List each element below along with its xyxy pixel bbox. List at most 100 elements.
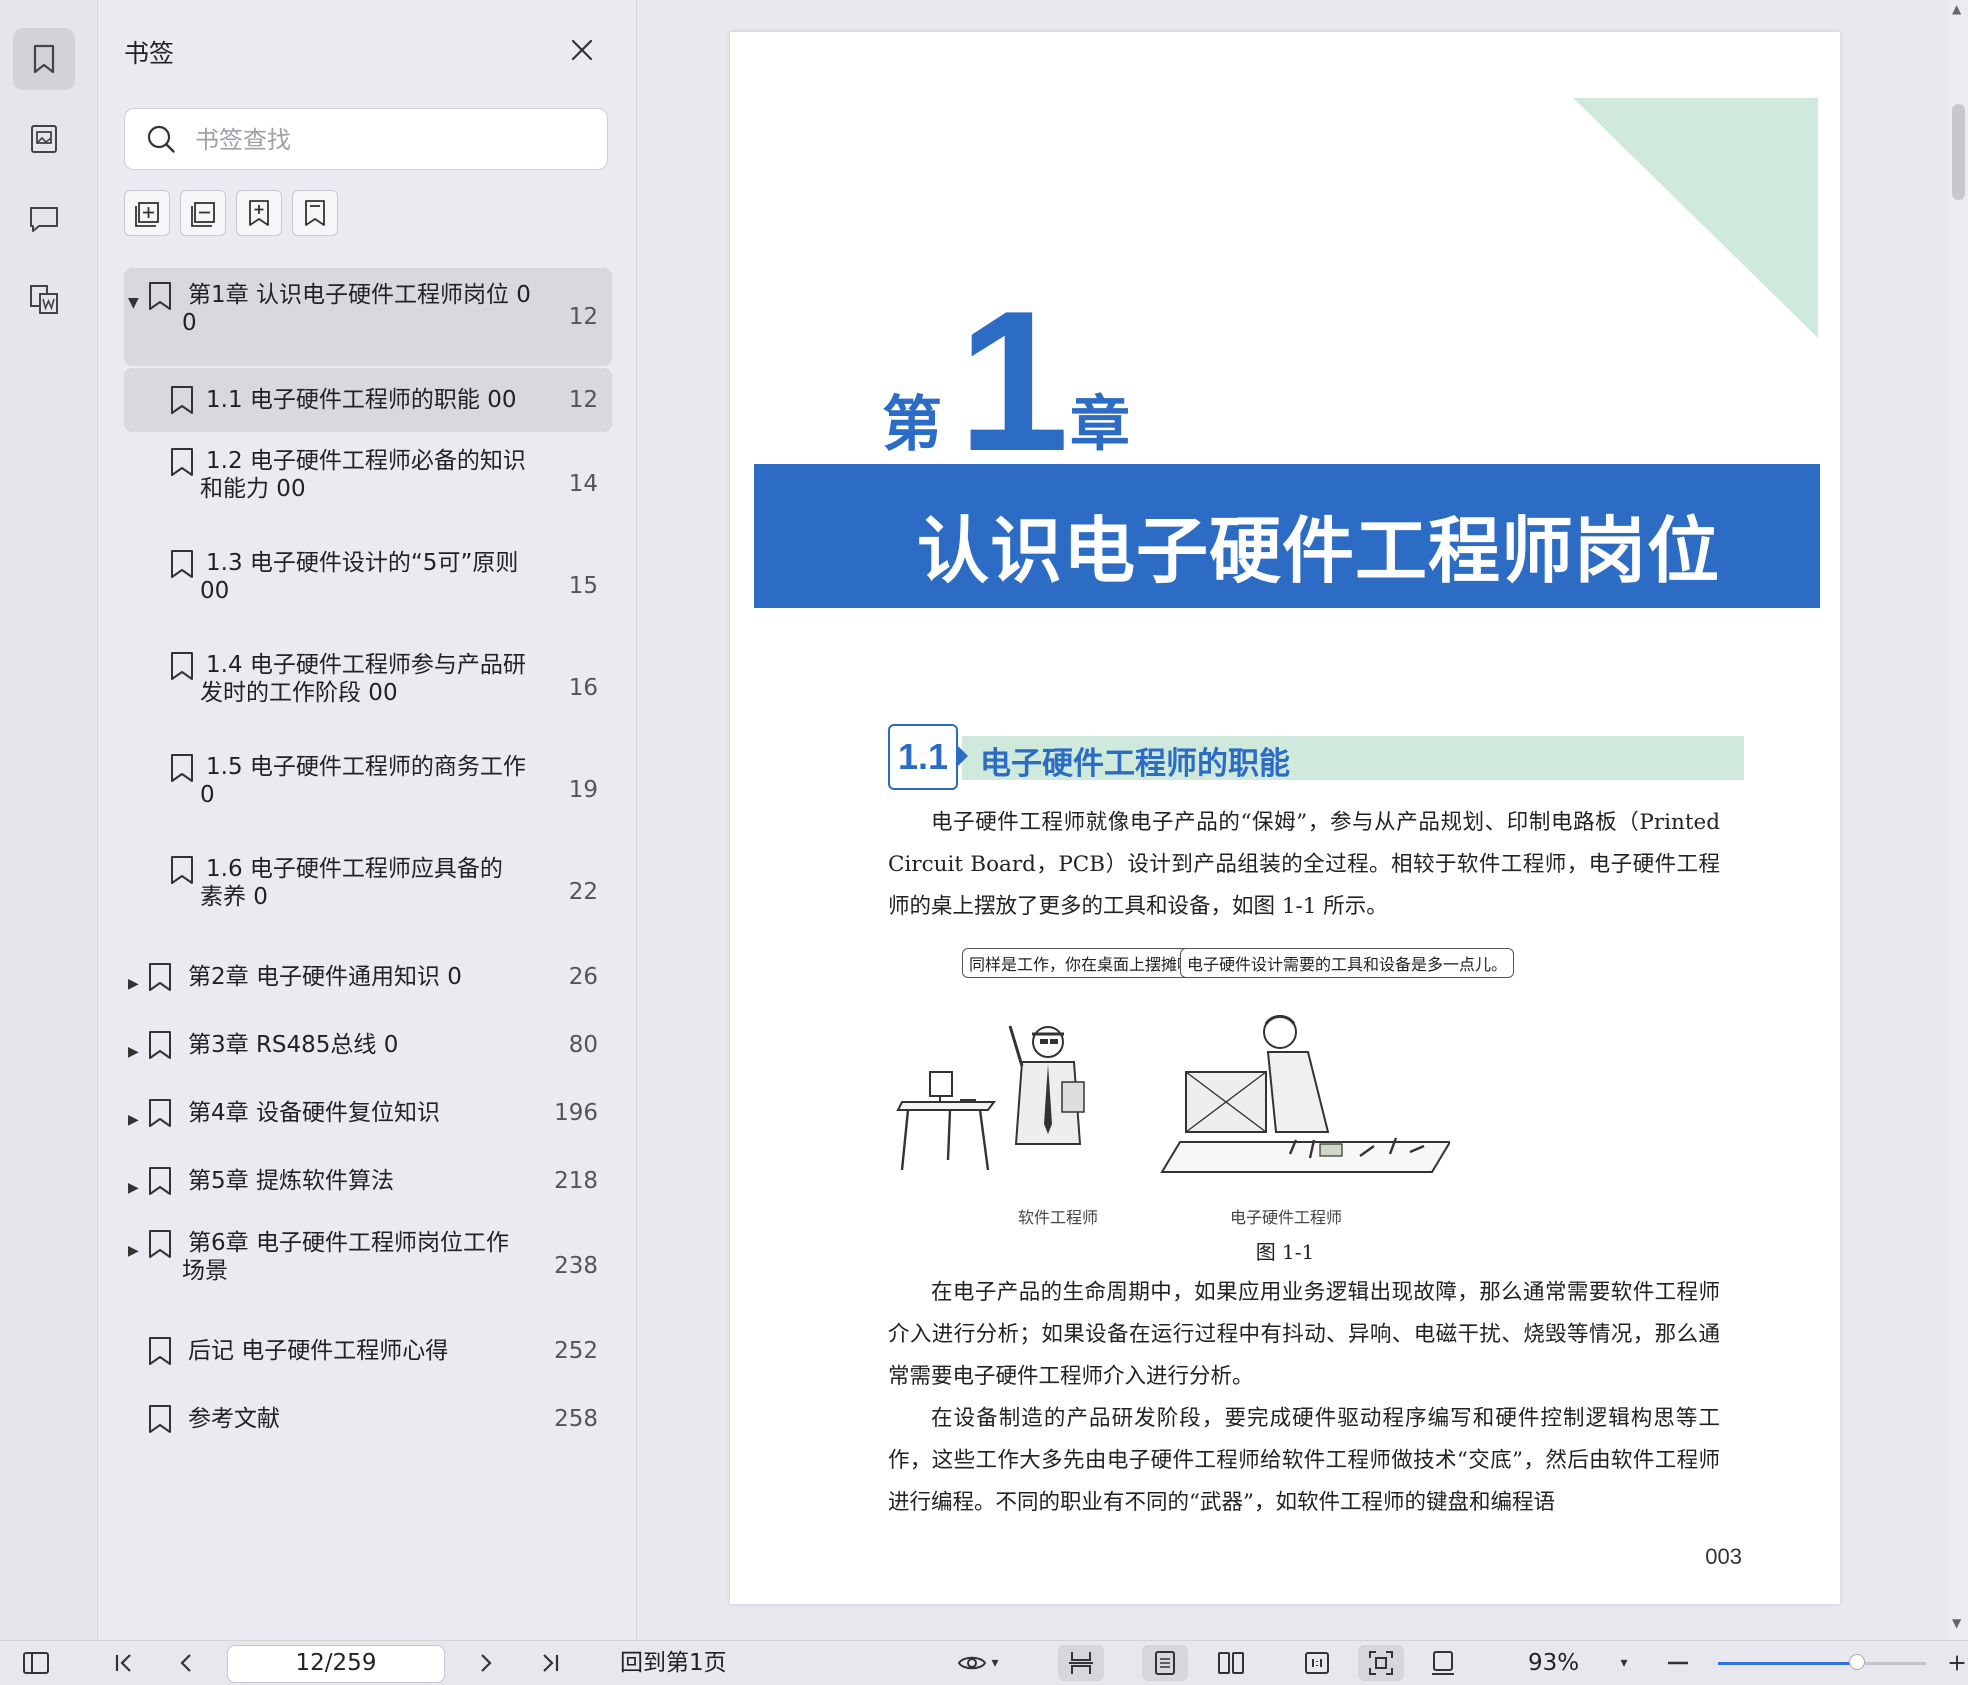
paragraph-3: 在设备制造的产品研发阶段，要完成硬件驱动程序编写和硬件控制逻辑构思等工作，这些工… <box>888 1406 1720 1515</box>
bookmark-page-number: 252 <box>554 1338 598 1364</box>
bookmark-search-box[interactable] <box>124 108 608 170</box>
scroll-down-arrow-icon[interactable]: ▼ <box>1952 1616 1961 1630</box>
bookmark-options-button[interactable] <box>292 190 338 236</box>
bookmark-item[interactable]: 1.1 电子硬件工程师的职能 00 12 <box>124 368 612 432</box>
actual-size-button[interactable] <box>1294 1645 1340 1681</box>
caret-right-icon[interactable]: ▶ <box>128 1171 139 1205</box>
zoom-dropdown-button[interactable]: ▾ <box>1612 1645 1636 1681</box>
chevron-left-icon <box>180 1654 191 1672</box>
caret-right-icon[interactable]: ▶ <box>128 1103 139 1137</box>
bookmark-item[interactable]: 1.4 电子硬件工程师参与产品研 发时的工作阶段 00 16 <box>124 638 612 738</box>
bookmark-page-number: 12 <box>568 387 598 413</box>
zoom-out-button[interactable] <box>1662 1645 1694 1681</box>
bookmark-item[interactable]: 1.2 电子硬件工程师必备的知识 和能力 00 14 <box>124 434 612 534</box>
collapse-all-button[interactable] <box>180 190 226 236</box>
bookmark-item[interactable]: 1.3 电子硬件设计的“5可”原则 00 15 <box>124 536 612 636</box>
fit-page-button[interactable] <box>1358 1645 1404 1681</box>
fit-width-button[interactable] <box>1058 1645 1104 1681</box>
previous-page-button[interactable] <box>168 1645 204 1681</box>
caret-right-icon[interactable]: ▶ <box>128 967 139 1001</box>
bookmark-title: 1.1 电子硬件工程师的职能 00 <box>206 387 517 413</box>
expand-all-icon <box>135 202 159 227</box>
go-to-first-page-link[interactable]: 回到第1页 <box>620 1645 727 1681</box>
bookmark-item[interactable]: 参考文献 258 <box>124 1386 612 1452</box>
bookmark-icon <box>171 550 193 578</box>
bookmark-page-number: 218 <box>554 1168 598 1194</box>
next-page-button[interactable] <box>468 1645 504 1681</box>
paragraph-1: 电子硬件工程师就像电子产品的“保姆”，参与从产品规划、印制电路板（Printed… <box>888 810 1720 919</box>
bookmark-item[interactable]: 后记 电子硬件工程师心得 252 <box>124 1318 612 1384</box>
bookmark-icon <box>149 1031 171 1059</box>
bookmark-title: 第5章 提炼软件算法 <box>188 1168 394 1194</box>
bookmark-icon <box>171 386 193 414</box>
bookmark-title: 1.5 电子硬件工程师的商务工作 <box>206 754 526 780</box>
bookmark-item[interactable]: ▶ 第4章 设备硬件复位知识 196 <box>124 1080 612 1146</box>
add-bookmark-button[interactable] <box>236 190 282 236</box>
page-number-input[interactable]: 12/259 <box>227 1645 445 1683</box>
bookmark-page-number: 238 <box>554 1253 598 1279</box>
fit-page-icon <box>1369 1651 1393 1675</box>
chevron-down-icon: ▾ <box>1620 1655 1628 1671</box>
bookmark-page-number: 22 <box>568 879 598 905</box>
rotate-page-button[interactable] <box>1420 1645 1466 1681</box>
vertical-scrollbar[interactable]: ▲ ▼ <box>1949 0 1968 1640</box>
chapter-banner: 认识电子硬件工程师岗位 <box>754 464 1820 608</box>
expand-all-button[interactable] <box>124 190 170 236</box>
caret-down-icon[interactable]: ▼ <box>128 286 139 320</box>
close-icon[interactable] <box>568 36 596 64</box>
bookmark-title: 第2章 电子硬件通用知识 0 <box>188 964 462 990</box>
caret-right-icon[interactable]: ▶ <box>128 1234 139 1268</box>
bookmark-title-continued: 和能力 00 <box>200 476 306 502</box>
actual-size-icon <box>1305 1652 1329 1674</box>
bookmark-item[interactable]: 1.5 电子硬件工程师的商务工作 0 19 <box>124 740 612 840</box>
bookmark-title: 第3章 RS485总线 0 <box>188 1032 399 1058</box>
zoom-slider[interactable] <box>1718 1654 1926 1670</box>
add-bookmark-icon <box>249 200 269 226</box>
first-page-button[interactable] <box>106 1645 142 1681</box>
bookmark-icon <box>149 1230 171 1258</box>
bookmark-item[interactable]: ▶ 第3章 RS485总线 0 80 <box>124 1012 612 1078</box>
thumbnail-icon <box>31 125 57 153</box>
chapter-prefix: 第 <box>882 390 942 460</box>
bookmark-page-number: 196 <box>554 1100 598 1126</box>
bookmark-icon <box>149 1167 171 1195</box>
toggle-sidebar-button[interactable] <box>18 1645 54 1681</box>
caret-right-icon[interactable]: ▶ <box>128 1035 139 1069</box>
thumbnail-panel-button[interactable] <box>13 108 75 170</box>
page-number: 003 <box>1705 1544 1742 1569</box>
bookmark-panel-button[interactable] <box>13 28 75 90</box>
bookmark-item[interactable]: 1.6 电子硬件工程师应具备的 素养 0 22 <box>124 842 612 942</box>
zoom-in-button[interactable] <box>1946 1645 1968 1681</box>
chapter-number: 1 <box>958 270 1070 493</box>
single-page-button[interactable] <box>1142 1645 1188 1681</box>
bookmark-page-number: 26 <box>568 964 598 990</box>
zoom-slider-knob[interactable] <box>1849 1654 1866 1670</box>
scroll-up-arrow-icon[interactable]: ▲ <box>1952 2 1961 16</box>
bookmark-item[interactable]: ▶ 第5章 提炼软件算法 218 <box>124 1148 612 1214</box>
scrollbar-thumb[interactable] <box>1952 104 1965 200</box>
bookmark-item[interactable]: ▼ 第1章 认识电子硬件工程师岗位 0 0 12 <box>124 268 612 366</box>
bookmark-icon <box>149 963 171 991</box>
speech-bubble-right: 电子硬件设计需要的工具和设备是多一点儿。 <box>1180 948 1515 978</box>
fit-width-icon <box>1069 1652 1093 1674</box>
document-view[interactable]: 第 1 章 认识电子硬件工程师岗位 1.1 电子硬件工程师的职能 电子硬件工程师… <box>637 0 1949 1640</box>
view-mode-dropdown[interactable]: ▾ <box>948 1645 1008 1681</box>
zoom-level[interactable]: 93% <box>1528 1645 1579 1681</box>
word-convert-icon <box>30 285 58 314</box>
convert-to-word-button[interactable] <box>13 268 75 330</box>
last-page-button[interactable] <box>532 1645 568 1681</box>
bookmark-title: 1.3 电子硬件设计的“5可”原则 <box>206 550 519 576</box>
section-number: 1.1 <box>888 724 968 790</box>
bookmark-title-continued: 0 <box>182 310 197 336</box>
bookmark-item[interactable]: ▶ 第2章 电子硬件通用知识 0 26 <box>124 944 612 1010</box>
comment-panel-button[interactable] <box>13 188 75 250</box>
two-page-button[interactable] <box>1208 1645 1254 1681</box>
bookmark-search-input[interactable] <box>193 117 587 163</box>
bookmark-item[interactable]: ▶ 第6章 电子硬件工程师岗位工作 场景 238 <box>124 1216 612 1316</box>
bookmark-page-number: 16 <box>568 675 598 701</box>
bookmark-page-number: 19 <box>568 777 598 803</box>
bookmark-title: 参考文献 <box>188 1406 280 1432</box>
bookmark-page-number: 15 <box>568 573 598 599</box>
eye-icon <box>958 1656 987 1670</box>
bookmark-outline-icon <box>305 200 325 226</box>
